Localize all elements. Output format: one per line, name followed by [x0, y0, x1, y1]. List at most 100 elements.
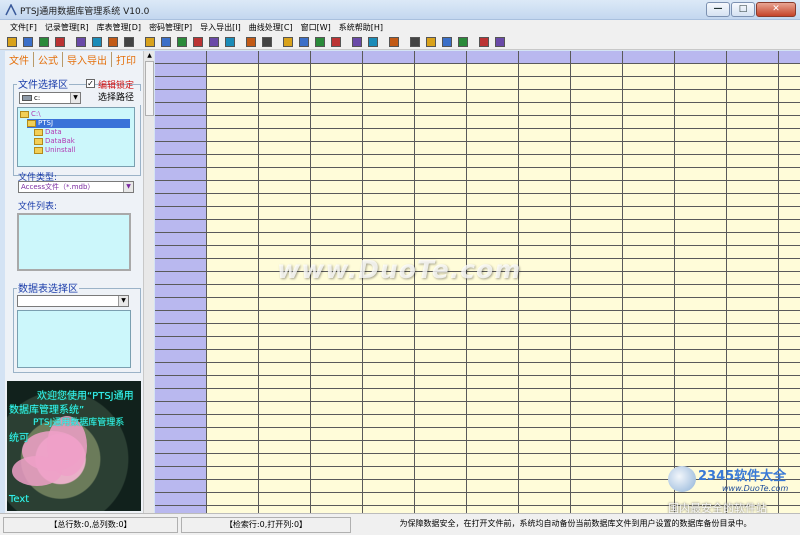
grid-cell[interactable] [519, 337, 571, 350]
grid-cell[interactable] [519, 428, 571, 441]
grid-cell[interactable] [467, 181, 519, 194]
grid-cell[interactable] [571, 480, 623, 493]
grid-cell[interactable] [519, 103, 571, 116]
grid-cell[interactable] [623, 259, 675, 272]
grid-cell[interactable] [779, 181, 800, 194]
grid-cell[interactable] [259, 506, 311, 513]
grid-cell[interactable] [623, 168, 675, 181]
grid-cell[interactable] [779, 155, 800, 168]
document-icon[interactable] [122, 35, 136, 49]
grid-cell[interactable] [623, 181, 675, 194]
grid-cell[interactable] [675, 298, 727, 311]
grid-cell[interactable] [363, 142, 415, 155]
grid-cell[interactable] [363, 311, 415, 324]
grid-cell[interactable] [415, 337, 467, 350]
grid-cell[interactable] [571, 64, 623, 77]
grid-cell[interactable] [519, 207, 571, 220]
grid-cell[interactable] [727, 441, 779, 454]
grid-cell[interactable] [519, 389, 571, 402]
grid-cell[interactable] [311, 324, 363, 337]
grid-row-header[interactable] [155, 337, 207, 350]
grid-cell[interactable] [519, 493, 571, 506]
grid-cell[interactable] [311, 337, 363, 350]
grid-cell[interactable] [727, 77, 779, 90]
grid-cell[interactable] [415, 415, 467, 428]
grid-cell[interactable] [207, 337, 259, 350]
menu-password[interactable]: 密码管理[P] [145, 22, 196, 33]
grid-cell[interactable] [779, 233, 800, 246]
grid-row-header[interactable] [155, 194, 207, 207]
tree-item[interactable]: DataBak [34, 137, 94, 146]
pencil-icon[interactable] [281, 35, 295, 49]
tree-item[interactable]: Uninstall [34, 146, 94, 155]
grid-cell[interactable] [415, 155, 467, 168]
grid-cell[interactable] [415, 350, 467, 363]
grid-cell[interactable] [571, 246, 623, 259]
grid-row-header[interactable] [155, 454, 207, 467]
grid-cell[interactable] [415, 181, 467, 194]
grid-cell[interactable] [623, 402, 675, 415]
grid-cell[interactable] [571, 220, 623, 233]
grid-cell[interactable] [675, 259, 727, 272]
grid-cell[interactable] [727, 155, 779, 168]
grid-cell[interactable] [779, 90, 800, 103]
grid-cell[interactable] [363, 441, 415, 454]
grid-cell[interactable] [259, 155, 311, 168]
grid-cell[interactable] [779, 194, 800, 207]
grid-cell[interactable] [363, 506, 415, 513]
grid-cell[interactable] [571, 259, 623, 272]
image-icon[interactable] [244, 35, 258, 49]
grid-cell[interactable] [779, 350, 800, 363]
grid-cell[interactable] [259, 324, 311, 337]
grid-cell[interactable] [623, 207, 675, 220]
grid-cell[interactable] [467, 103, 519, 116]
grid-cell[interactable] [311, 116, 363, 129]
grid-cell[interactable] [727, 246, 779, 259]
grid-row-header[interactable] [155, 493, 207, 506]
grid-cell[interactable] [207, 454, 259, 467]
grid-cell[interactable] [207, 155, 259, 168]
grid-cell[interactable] [571, 454, 623, 467]
grid-cell[interactable] [259, 350, 311, 363]
grid-cell[interactable] [363, 90, 415, 103]
grid-cell[interactable] [415, 493, 467, 506]
grid-cell[interactable] [571, 142, 623, 155]
grid-cell[interactable] [623, 311, 675, 324]
grid-cell[interactable] [259, 480, 311, 493]
grid-icon[interactable] [366, 35, 380, 49]
grid-cell[interactable] [207, 272, 259, 285]
grid-cell[interactable] [727, 168, 779, 181]
grid-cell[interactable] [467, 493, 519, 506]
grid-cell[interactable] [779, 298, 800, 311]
grid-cell[interactable] [259, 129, 311, 142]
grid-cell[interactable] [363, 454, 415, 467]
grid-cell[interactable] [467, 298, 519, 311]
grid-cell[interactable] [467, 467, 519, 480]
grid-cell[interactable] [623, 233, 675, 246]
menu-table[interactable]: 库表管理[D] [93, 22, 145, 33]
grid-cell[interactable] [727, 389, 779, 402]
grid-cell[interactable] [467, 480, 519, 493]
grid-row-header[interactable] [155, 415, 207, 428]
grid-cell[interactable] [207, 259, 259, 272]
grid-cell[interactable] [571, 389, 623, 402]
grid-cell[interactable] [519, 441, 571, 454]
grid-column-header[interactable] [623, 51, 675, 64]
grid-row-header[interactable] [155, 506, 207, 513]
scroll-up-icon[interactable]: ▲ [144, 51, 155, 61]
grid-cell[interactable] [571, 441, 623, 454]
grid-cell[interactable] [363, 103, 415, 116]
grid-cell[interactable] [207, 181, 259, 194]
close-button[interactable]: ✕ [756, 2, 796, 17]
grid-cell[interactable] [779, 337, 800, 350]
grid-cell[interactable] [363, 116, 415, 129]
help3-icon[interactable] [440, 35, 454, 49]
grid-cell[interactable] [675, 220, 727, 233]
add-record-icon[interactable] [5, 35, 19, 49]
grid-cell[interactable] [571, 194, 623, 207]
grid-cell[interactable] [727, 415, 779, 428]
grid-cell[interactable] [779, 129, 800, 142]
grid-cell[interactable] [467, 376, 519, 389]
grid-row-header[interactable] [155, 103, 207, 116]
grid-cell[interactable] [519, 181, 571, 194]
